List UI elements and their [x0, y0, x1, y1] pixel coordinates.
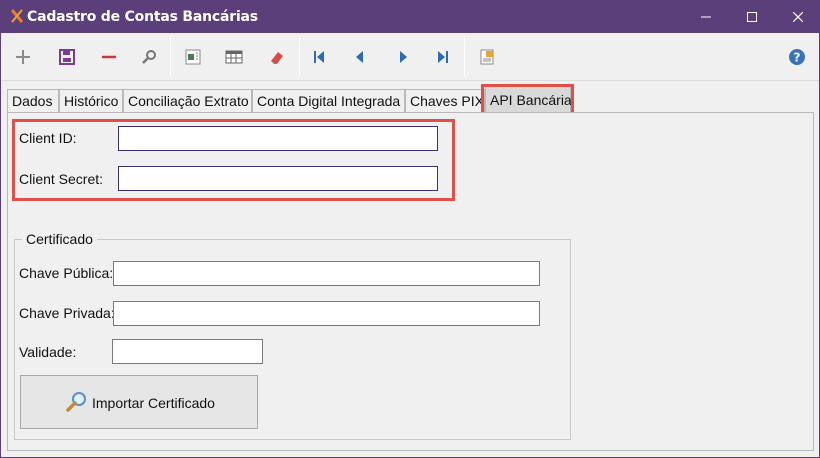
- save-button[interactable]: [53, 43, 81, 71]
- eraser-icon: [271, 52, 283, 64]
- tab-label: Chaves PIX: [410, 93, 484, 109]
- certificado-group-title: Certificado: [22, 231, 97, 247]
- report-icon: [480, 49, 494, 65]
- magnifier-icon: [66, 392, 86, 412]
- search-icon: [142, 50, 156, 64]
- tab-api-bancaria[interactable]: API Bancária: [485, 86, 572, 112]
- client-secret-label: Client Secret:: [19, 171, 104, 187]
- tab-label: Dados: [12, 93, 53, 109]
- client-id-label: Client ID:: [19, 130, 77, 146]
- tab-label: Histórico: [64, 93, 119, 109]
- client-secret-input[interactable]: [118, 166, 438, 191]
- last-record-button[interactable]: [429, 43, 457, 71]
- minimize-icon: [701, 16, 711, 18]
- chave-publica-input[interactable]: [113, 261, 540, 286]
- app-logo-icon: [10, 9, 24, 23]
- help-button[interactable]: ?: [783, 43, 811, 71]
- tab-label: Conta Digital Integrada: [257, 93, 401, 109]
- tab-dados[interactable]: Dados: [7, 89, 59, 112]
- next-record-icon: [400, 51, 407, 63]
- close-button[interactable]: [775, 1, 820, 33]
- validade-input[interactable]: [112, 339, 263, 364]
- export-button[interactable]: [179, 43, 207, 71]
- toolbar-separator: [299, 37, 300, 77]
- client-id-input[interactable]: [118, 126, 438, 151]
- export-icon: [185, 49, 201, 65]
- toolbar: ?: [1, 33, 819, 81]
- previous-record-button[interactable]: [346, 43, 374, 71]
- last-record-icon: [438, 51, 448, 63]
- svg-text:?: ?: [794, 51, 801, 65]
- delete-button[interactable]: [95, 43, 123, 71]
- toolbar-separator: [170, 37, 171, 77]
- chave-publica-label: Chave Pública:: [19, 265, 114, 281]
- help-icon: ?: [789, 49, 805, 65]
- maximize-button[interactable]: [729, 1, 775, 33]
- window-title: Cadastro de Contas Bancárias: [27, 9, 258, 25]
- chave-privada-input[interactable]: [113, 301, 540, 326]
- clear-button[interactable]: [263, 43, 291, 71]
- search-button[interactable]: [135, 43, 163, 71]
- next-record-button[interactable]: [389, 43, 417, 71]
- first-record-button[interactable]: [305, 43, 333, 71]
- previous-record-icon: [356, 51, 363, 63]
- tab-label: Conciliação Extrato: [128, 93, 249, 109]
- minimize-button[interactable]: [683, 1, 729, 33]
- tab-historico[interactable]: Histórico: [59, 89, 123, 112]
- toolbar-separator: [464, 37, 465, 77]
- report-button[interactable]: [473, 43, 501, 71]
- first-record-icon: [314, 51, 324, 63]
- tab-label: API Bancária: [490, 92, 572, 108]
- maximize-icon: [747, 12, 757, 22]
- add-button[interactable]: [9, 43, 37, 71]
- main-window: Cadastro de Contas Bancárias ? Dados His…: [0, 0, 820, 458]
- tab-chaves-pix[interactable]: Chaves PIX: [405, 89, 485, 112]
- close-icon: [793, 12, 803, 22]
- save-icon: [59, 49, 75, 65]
- import-certificate-label: Importar Certificado: [92, 395, 215, 411]
- chave-privada-label: Chave Privada:: [19, 305, 115, 321]
- validade-label: Validade:: [19, 344, 77, 360]
- grid-icon: [225, 50, 243, 64]
- add-icon: [16, 50, 30, 64]
- title-bar: Cadastro de Contas Bancárias: [1, 1, 819, 33]
- import-certificate-button[interactable]: Importar Certificado: [20, 375, 258, 429]
- tab-conta-digital-integrada[interactable]: Conta Digital Integrada: [252, 89, 405, 112]
- grid-button[interactable]: [220, 43, 248, 71]
- delete-icon: [102, 55, 116, 59]
- tab-conciliacao-extrato[interactable]: Conciliação Extrato: [123, 89, 252, 112]
